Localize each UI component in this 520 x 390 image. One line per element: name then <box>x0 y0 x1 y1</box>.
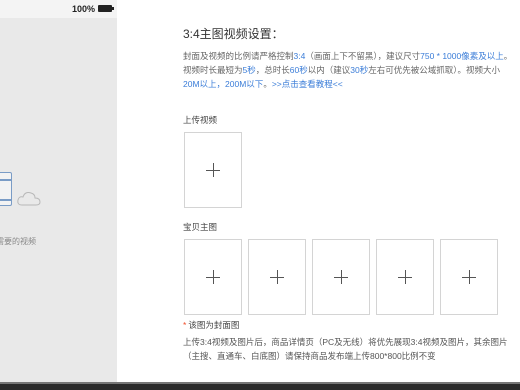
upload-video-label: 上传视频 <box>183 115 218 125</box>
required-star: * <box>183 320 187 330</box>
battery-percent: 100% <box>72 4 96 14</box>
window-bottom-bar <box>0 382 520 390</box>
plus-icon <box>462 270 476 284</box>
desc-max-duration: 60秒 <box>289 65 308 75</box>
plus-icon <box>398 270 412 284</box>
main-images-label: 宝贝主图 <box>183 222 218 232</box>
main-image-upload-4[interactable] <box>376 239 434 315</box>
desc-part: ，总时长 <box>255 65 290 75</box>
plus-icon <box>206 163 220 177</box>
plus-icon <box>270 270 284 284</box>
battery-icon <box>98 5 114 12</box>
desc-part: 封面及视频的比例请严格控制 <box>183 51 294 61</box>
desc-part: （画面上下不留黑），建议尺寸 <box>305 51 421 61</box>
desc-size: 750 * 1000像素及以上 <box>420 51 504 61</box>
desc-recommended-duration: 30秒 <box>350 65 369 75</box>
desc-min-duration: 5秒 <box>242 65 256 75</box>
desc-video-size: 20M以上，200M以下 <box>183 79 264 89</box>
plus-icon <box>334 270 348 284</box>
plus-icon <box>206 270 220 284</box>
main-image-upload-1[interactable] <box>184 239 242 315</box>
main-image-upload-2[interactable] <box>248 239 306 315</box>
tutorial-link[interactable]: >>点击查看教程<< <box>272 79 343 89</box>
footer-info-text: 上传3:4视频及图片后，商品详情页（PC及无线）将优先展现3:4视频及图片，其余… <box>183 337 508 361</box>
desc-part: 。 <box>263 79 272 89</box>
page-title: 3:4主图视频设置： <box>183 27 284 41</box>
video-file-icon <box>0 172 12 206</box>
main-image-upload-5[interactable] <box>440 239 498 315</box>
main-image-upload-3[interactable] <box>312 239 370 315</box>
video-settings-panel: 3:4主图视频设置： 封面及视频的比例请严格控制3:4（画面上下不留黑），建议尺… <box>183 0 520 382</box>
desc-part: 以内（建议 <box>307 65 351 75</box>
cover-image-note: * 该图为封面图 <box>183 319 239 331</box>
phone-hint-text: 需要的视频 <box>0 237 36 246</box>
upload-video-button[interactable] <box>184 132 242 208</box>
description-text: 封面及视频的比例请严格控制3:4（画面上下不留黑），建议尺寸750 * 1000… <box>183 49 513 91</box>
cloud-icon <box>17 192 41 206</box>
desc-ratio: 3:4 <box>293 51 306 61</box>
cover-note-text: 该图为封面图 <box>188 320 240 330</box>
phone-status-bar: 100% <box>0 0 117 18</box>
phone-preview: 100% 需要的视频 <box>0 0 117 382</box>
desc-part: 左右可优先被公域抓取）。视频大小 <box>368 65 500 75</box>
